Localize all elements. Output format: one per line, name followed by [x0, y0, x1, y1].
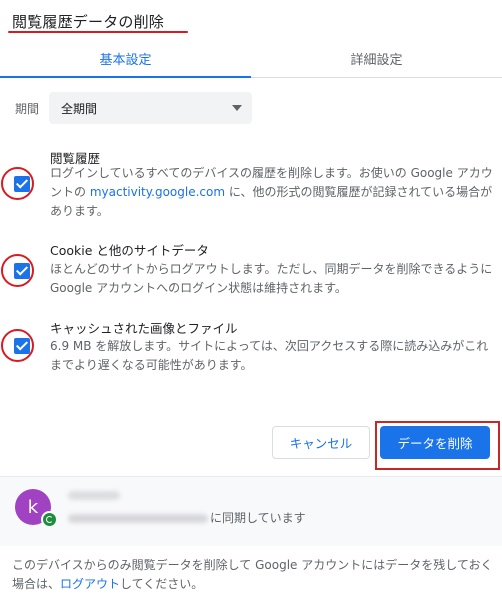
blurred-account-email: [68, 514, 208, 523]
period-select[interactable]: 全期間: [49, 92, 252, 124]
option-description: 6.9 MB を解放します。サイトによっては、次回アクセスする際に読み込みがこれ…: [50, 339, 489, 372]
option-description: ほとんどのサイトからログアウトします。ただし、同期データを削除できるように Go…: [50, 262, 493, 295]
delete-data-button[interactable]: データを削除: [380, 426, 490, 459]
browsing-history-checkbox[interactable]: [14, 176, 30, 192]
cookies-checkbox[interactable]: [14, 263, 30, 279]
tab-basic[interactable]: 基本設定: [0, 40, 251, 78]
sync-status-text: に同期しています: [210, 511, 306, 525]
sync-icon: [41, 511, 58, 528]
tab-bar: 基本設定 詳細設定: [0, 40, 502, 78]
footer-note: このデバイスからのみ閲覧データを削除して Google アカウントにはデータを残…: [12, 556, 496, 594]
period-label: 期間: [15, 102, 40, 116]
logout-link[interactable]: ログアウト: [60, 577, 120, 591]
blurred-account-name: [68, 491, 120, 500]
myactivity-link[interactable]: myactivity.google.com: [90, 185, 225, 199]
option-title: Cookie と他のサイトデータ: [50, 243, 209, 258]
account-sync-row: k に同期しています: [0, 476, 502, 546]
footer-text: してください。: [120, 577, 204, 591]
dialog-title-wrap: 閲覧履歴データの削除: [8, 11, 188, 33]
title-annotation-underline: [8, 31, 188, 33]
dropdown-arrow-icon: [232, 105, 242, 111]
option-description: ログインしているすべてのデバイスの履歴を削除します。お使いの Google アカ…: [50, 164, 496, 221]
tab-advanced[interactable]: 詳細設定: [251, 40, 502, 77]
cancel-button[interactable]: キャンセル: [272, 426, 370, 459]
cache-checkbox[interactable]: [14, 338, 30, 354]
dialog-title: 閲覧履歴データの削除: [12, 13, 165, 31]
option-title: キャッシュされた画像とファイル: [50, 321, 238, 336]
period-selected-value: 全期間: [61, 101, 98, 116]
